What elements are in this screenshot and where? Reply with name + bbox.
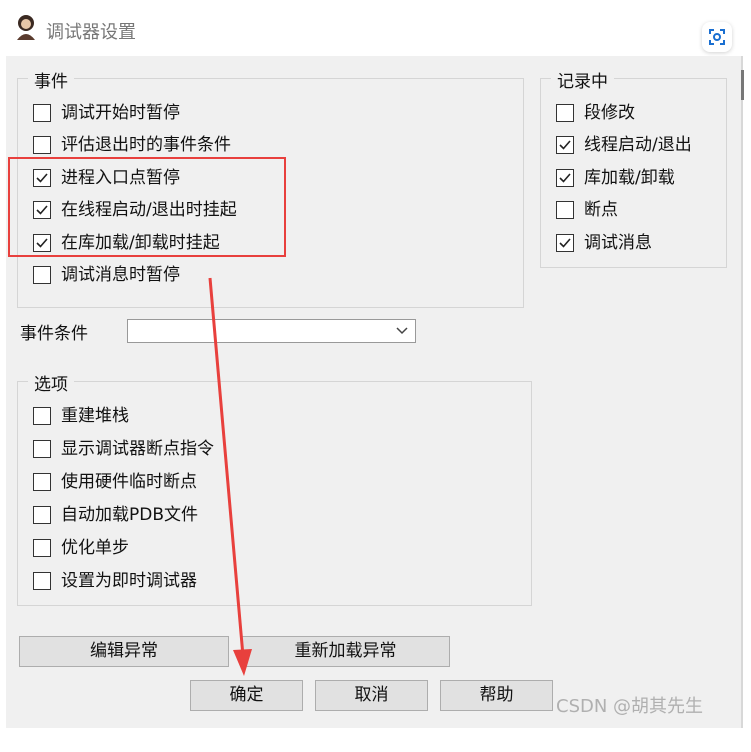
checkbox[interactable] [33, 104, 51, 122]
app-avatar-icon [17, 15, 35, 40]
checkbox-label: 显示调试器断点指令 [61, 439, 214, 459]
checkbox-label: 优化单步 [61, 538, 129, 558]
checkbox[interactable] [556, 234, 574, 252]
checkbox[interactable] [33, 440, 51, 458]
checkbox[interactable] [33, 136, 51, 154]
checkbox-label: 调试消息 [584, 233, 652, 253]
options-legend: 选项 [28, 370, 74, 395]
checkbox[interactable] [556, 136, 574, 154]
checkmark-icon [559, 173, 571, 183]
window-title: 调试器设置 [46, 22, 136, 43]
checkbox-label: 评估退出时的事件条件 [61, 135, 231, 155]
ok-button[interactable]: 确定 [190, 680, 303, 711]
checkbox-label: 使用硬件临时断点 [61, 472, 197, 492]
checkbox-label: 设置为即时调试器 [61, 571, 197, 591]
scan-icon[interactable] [702, 22, 732, 52]
title-bar: 调试器设置 [0, 0, 751, 56]
checkbox[interactable] [33, 266, 51, 284]
checkbox-label: 库加载/卸载 [584, 168, 675, 188]
checkbox[interactable] [33, 407, 51, 425]
recording-legend: 记录中 [551, 67, 614, 92]
checkbox[interactable] [556, 201, 574, 219]
checkbox-label: 自动加载PDB文件 [61, 505, 199, 525]
checkbox[interactable] [33, 506, 51, 524]
checkbox-label: 线程启动/退出 [584, 135, 692, 155]
checkmark-icon [559, 140, 571, 150]
options-group: 选项 重建堆栈 显示调试器断点指令 使用硬件临时断点 自动加载PDB文件 优化单… [17, 370, 532, 606]
checkbox[interactable] [556, 169, 574, 187]
scrollbar-thumb[interactable] [741, 70, 744, 100]
cancel-button[interactable]: 取消 [315, 680, 428, 711]
checkbox[interactable] [33, 572, 51, 590]
help-button[interactable]: 帮助 [440, 680, 553, 711]
chevron-down-icon[interactable] [395, 324, 409, 338]
recording-group: 记录中 段修改 线程启动/退出 库加载/卸载 断点 调试消息 [540, 67, 727, 268]
checkbox[interactable] [556, 104, 574, 122]
events-legend: 事件 [28, 67, 74, 92]
scrollbar-track[interactable] [741, 56, 743, 728]
checkbox-label: 重建堆栈 [61, 406, 129, 426]
checkbox-label: 断点 [584, 200, 618, 220]
reload-exceptions-button[interactable]: 重新加载异常 [241, 636, 450, 667]
checkmark-icon [559, 238, 571, 248]
watermark: CSDN @胡其先生 [556, 696, 704, 717]
event-condition-label: 事件条件 [20, 324, 88, 344]
checkbox-label: 调试消息时暂停 [61, 265, 180, 285]
checkbox[interactable] [33, 473, 51, 491]
event-condition-dropdown[interactable] [127, 319, 416, 343]
edit-exceptions-button[interactable]: 编辑异常 [19, 636, 229, 667]
checkbox-label: 段修改 [584, 103, 635, 123]
checkbox[interactable] [33, 539, 51, 557]
checkbox-label: 调试开始时暂停 [61, 103, 180, 123]
highlight-annotation [8, 157, 286, 257]
